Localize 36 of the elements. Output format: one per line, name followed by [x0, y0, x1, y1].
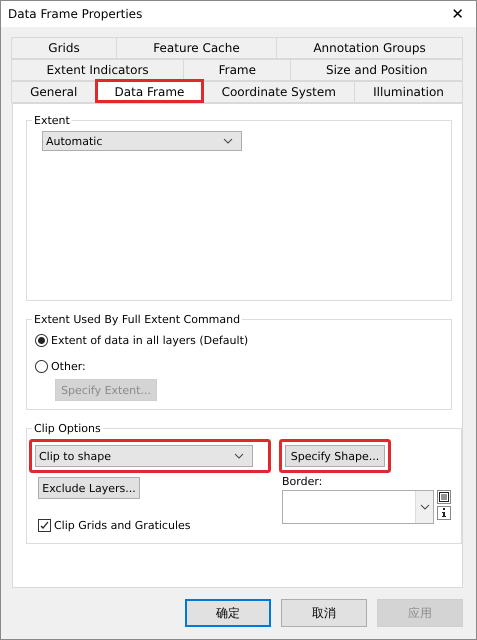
tab[interactable]: Grids — [11, 37, 117, 59]
exclude-layers-button[interactable]: Exclude Layers... — [38, 477, 140, 499]
info-icon — [440, 508, 448, 518]
tab[interactable]: Feature Cache — [116, 37, 278, 59]
tab[interactable]: Coordinate System — [202, 81, 356, 103]
border-label: Border: — [282, 475, 324, 488]
group-title: Clip Options — [33, 422, 102, 435]
chevron-icon — [234, 453, 244, 459]
tab[interactable]: Size and Position — [290, 59, 463, 81]
checkbox[interactable] — [38, 518, 51, 532]
tab[interactable]: Extent Indicators — [11, 59, 184, 81]
group-title: Extent Used By Full Extent Command — [33, 313, 242, 326]
close-button[interactable]: ✕ — [447, 5, 468, 23]
tab[interactable]: Annotation Groups — [276, 37, 464, 59]
list-icon — [439, 492, 449, 502]
extent-dropdown[interactable]: Automatic — [42, 131, 242, 151]
dialog-button[interactable]: 取消 — [281, 599, 367, 627]
tab[interactable]: Illumination — [354, 81, 463, 103]
chevron-icon — [420, 504, 430, 510]
specify-shape-button[interactable]: Specify Shape... — [285, 445, 385, 467]
list-icon-button[interactable] — [437, 490, 451, 504]
chevron-icon — [223, 138, 233, 144]
group-title: Extent — [33, 114, 71, 127]
radio-button[interactable] — [35, 360, 48, 372]
clip-dropdown[interactable]: Clip to shape — [35, 445, 253, 467]
tab[interactable]: Frame — [183, 59, 292, 81]
window-title: Data Frame Properties — [8, 7, 142, 21]
radio-button[interactable] — [35, 334, 48, 346]
radio-label: Extent of data in all layers (Default) — [51, 334, 248, 346]
tab[interactable]: Data Frame — [95, 79, 204, 103]
checkbox-label: Clip Grids and Graticules — [54, 518, 191, 532]
checkmark-icon — [40, 520, 49, 530]
properties-icon-button[interactable] — [437, 506, 451, 520]
dialog-button[interactable]: 确定 — [185, 599, 271, 627]
tab[interactable]: General — [11, 81, 96, 103]
radio-label: Other: — [51, 360, 86, 372]
